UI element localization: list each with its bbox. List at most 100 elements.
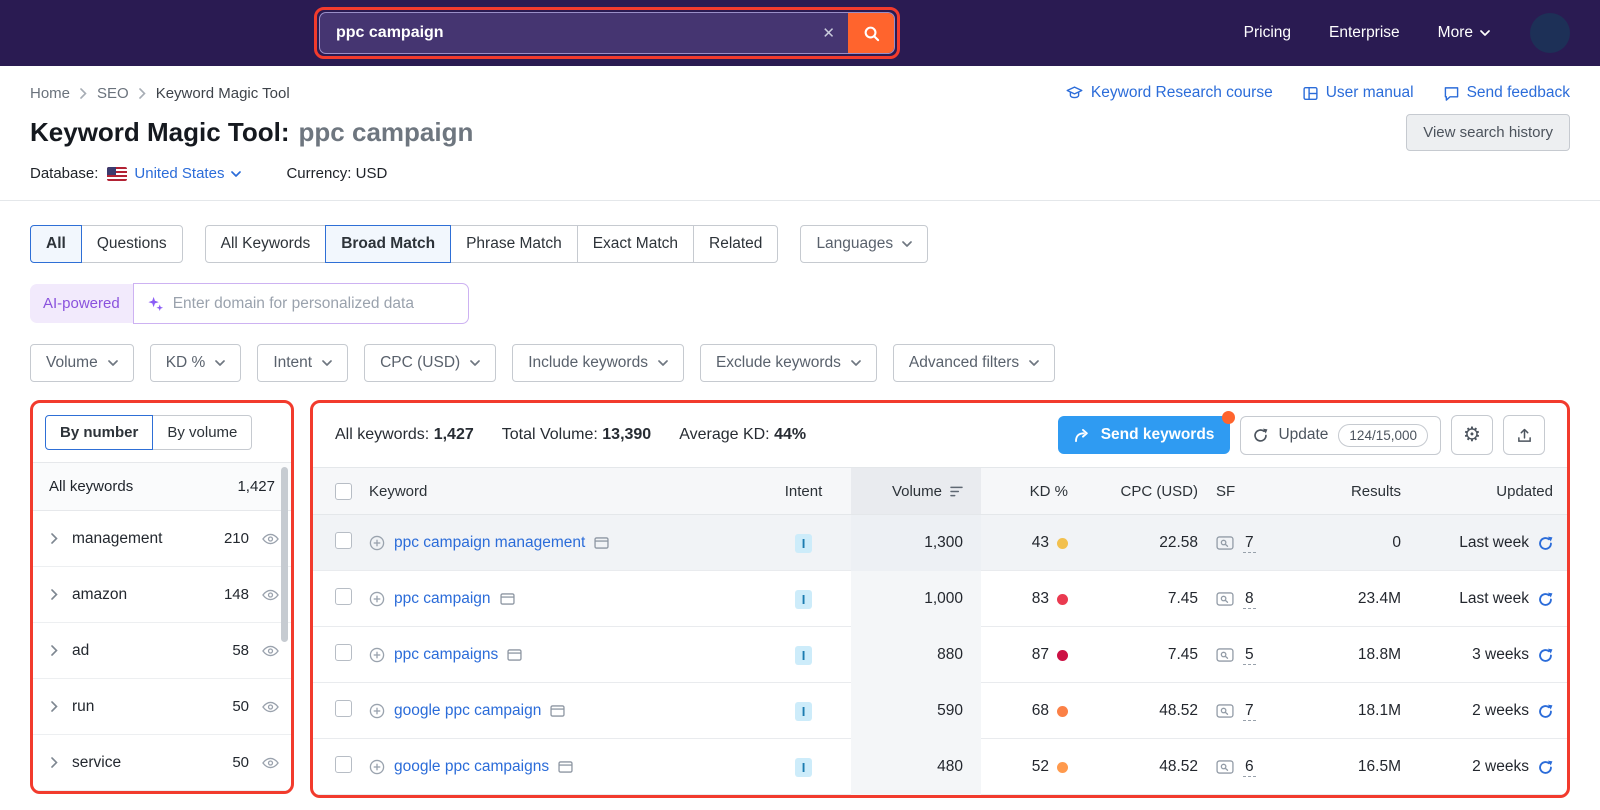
keyword-link[interactable]: google ppc campaigns [394,758,549,776]
tab-related[interactable]: Related [693,225,779,263]
tab-broad-match[interactable]: Broad Match [325,225,452,263]
col-sf[interactable]: SF [1216,483,1304,500]
table-row[interactable]: ppc campaign I 1,000 83 7.45 8 23.4M Las… [313,571,1567,627]
refresh-icon[interactable] [1538,592,1553,607]
serp-preview-icon[interactable] [507,649,522,661]
row-checkbox[interactable] [335,588,352,605]
keyword-link[interactable]: ppc campaigns [394,646,498,664]
tab-all[interactable]: All [30,225,82,263]
group-row-amazon[interactable]: amazon 148 [33,567,291,623]
tab-exact-match[interactable]: Exact Match [576,225,694,263]
filter-intent[interactable]: Intent [257,344,349,382]
serp-features-icon[interactable] [1216,704,1234,718]
col-cpc[interactable]: CPC (USD) [1086,483,1216,500]
add-keyword-icon[interactable] [369,535,385,551]
tab-questions[interactable]: Questions [80,225,183,263]
sf-count[interactable]: 7 [1243,702,1256,721]
keyword-search-input[interactable] [320,13,810,53]
add-keyword-icon[interactable] [369,759,385,775]
search-button[interactable] [848,13,894,53]
expand-chevron-icon[interactable] [51,645,58,656]
filter-include-keywords[interactable]: Include keywords [512,344,684,382]
keyword-link[interactable]: ppc campaign management [394,534,585,552]
refresh-icon[interactable] [1538,704,1553,719]
tab-all-keywords[interactable]: All Keywords [204,225,327,263]
add-keyword-icon[interactable] [369,647,385,663]
by-number-button[interactable]: By number [45,415,154,450]
eye-icon[interactable] [262,589,279,601]
database-select[interactable]: United States [107,165,242,182]
serp-preview-icon[interactable] [550,705,565,717]
send-keywords-button[interactable]: Send keywords [1057,411,1236,454]
col-kd[interactable]: KD % [981,483,1086,500]
keyword-research-course-link[interactable]: Keyword Research course [1066,84,1273,102]
serp-preview-icon[interactable] [594,537,609,549]
col-results[interactable]: Results [1304,483,1419,500]
select-all-checkbox[interactable] [335,482,352,500]
group-row-ad[interactable]: ad 58 [33,623,291,679]
breadcrumb-home[interactable]: Home [30,85,70,102]
serp-features-icon[interactable] [1216,592,1234,606]
row-checkbox[interactable] [335,756,352,773]
expand-chevron-icon[interactable] [51,533,58,544]
sf-count[interactable]: 6 [1243,758,1256,777]
nav-more[interactable]: More [1438,24,1490,42]
sf-count[interactable]: 5 [1243,646,1256,665]
sidebar-scrollbar[interactable] [281,467,288,642]
refresh-icon[interactable] [1538,760,1553,775]
serp-features-icon[interactable] [1216,760,1234,774]
group-row-management[interactable]: management 210 [33,511,291,567]
user-manual-link[interactable]: User manual [1303,84,1414,102]
eye-icon[interactable] [262,757,279,769]
col-intent[interactable]: Intent [756,483,851,500]
filter-kd[interactable]: KD % [149,344,242,382]
tab-phrase-match[interactable]: Phrase Match [450,225,578,263]
avatar[interactable] [1530,13,1570,53]
keyword-link[interactable]: ppc campaign [394,590,491,608]
sort-icon[interactable] [950,486,963,497]
view-search-history-button[interactable]: View search history [1406,114,1570,151]
filter-exclude-keywords[interactable]: Exclude keywords [699,344,877,382]
table-row[interactable]: ppc campaign management I 1,300 43 22.58… [313,515,1567,571]
settings-button[interactable]: ⚙ [1451,415,1493,455]
eye-icon[interactable] [262,645,279,657]
ai-domain-input[interactable] [172,294,455,313]
refresh-icon[interactable] [1538,536,1553,551]
serp-features-icon[interactable] [1216,648,1234,662]
group-row-service[interactable]: service 50 [33,735,291,791]
serp-features-icon[interactable] [1216,536,1234,550]
eye-icon[interactable] [262,533,279,545]
nav-enterprise[interactable]: Enterprise [1329,24,1400,42]
by-volume-button[interactable]: By volume [152,415,253,450]
expand-chevron-icon[interactable] [51,701,58,712]
row-checkbox[interactable] [335,532,352,549]
refresh-icon[interactable] [1538,648,1553,663]
expand-chevron-icon[interactable] [51,589,58,600]
sf-count[interactable]: 7 [1243,534,1256,553]
serp-preview-icon[interactable] [558,761,573,773]
expand-chevron-icon[interactable] [51,757,58,768]
col-keyword[interactable]: Keyword [369,483,756,500]
filter-advanced[interactable]: Advanced filters [892,344,1056,382]
all-keywords-group-row[interactable]: All keywords 1,427 [33,462,291,511]
breadcrumb-seo[interactable]: SEO [97,85,129,102]
add-keyword-icon[interactable] [369,703,385,719]
nav-pricing[interactable]: Pricing [1244,24,1291,42]
add-keyword-icon[interactable] [369,591,385,607]
col-updated[interactable]: Updated [1419,483,1567,500]
group-row-run[interactable]: run 50 [33,679,291,735]
eye-icon[interactable] [262,701,279,713]
languages-dropdown[interactable]: Languages [800,225,929,263]
row-checkbox[interactable] [335,644,352,661]
keyword-link[interactable]: google ppc campaign [394,702,541,720]
row-checkbox[interactable] [335,700,352,717]
table-row[interactable]: google ppc campaign I 590 68 48.52 7 18.… [313,683,1567,739]
send-feedback-link[interactable]: Send feedback [1444,84,1570,102]
export-button[interactable] [1503,415,1545,455]
table-row[interactable]: google ppc campaigns I 480 52 48.52 6 16… [313,739,1567,795]
filter-cpc[interactable]: CPC (USD) [364,344,497,382]
table-row[interactable]: ppc campaigns I 880 87 7.45 5 18.8M 3 we… [313,627,1567,683]
col-volume[interactable]: Volume [851,468,981,514]
serp-preview-icon[interactable] [499,593,515,605]
sf-count[interactable]: 8 [1243,590,1256,609]
